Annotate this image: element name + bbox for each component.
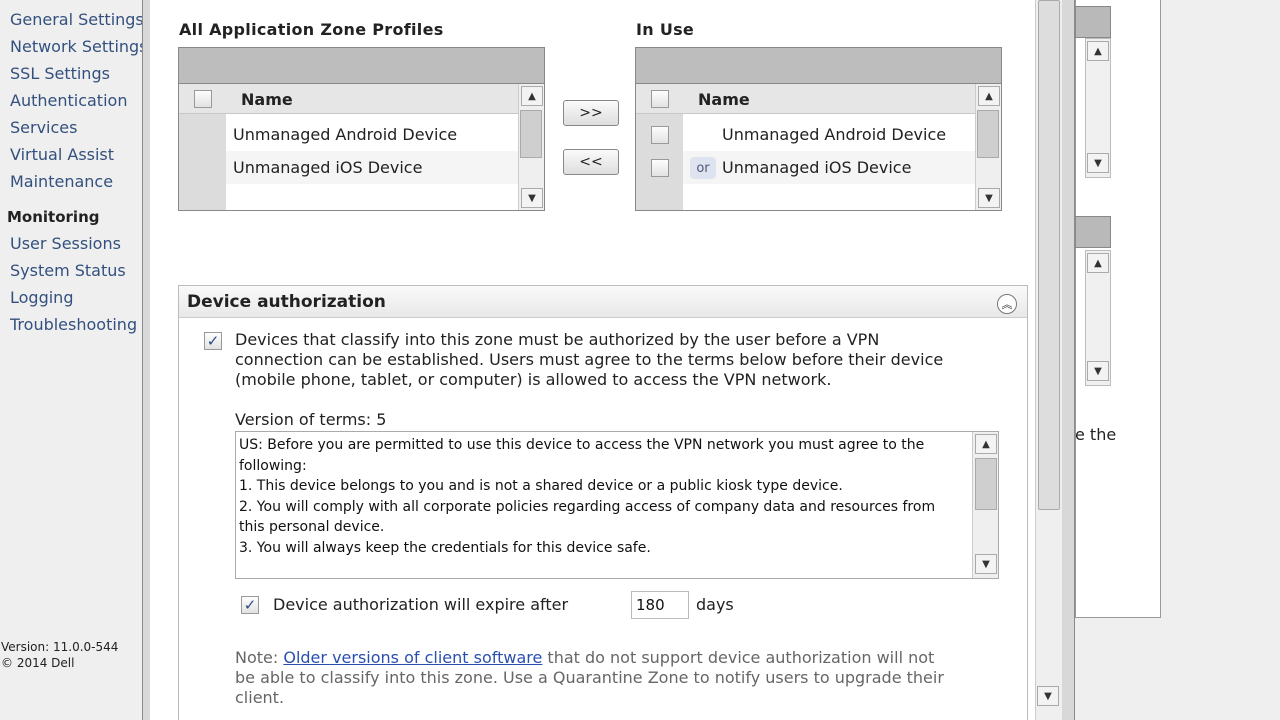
sidebar-item-troubleshooting[interactable]: Troubleshooting xyxy=(10,315,137,334)
background-list-header xyxy=(1075,6,1111,38)
scroll-down-icon[interactable]: ▼ xyxy=(1087,153,1109,173)
note-line2: be able to classify into this zone. Use … xyxy=(235,668,944,687)
list-header: Name xyxy=(179,84,544,114)
in-use-label: In Use xyxy=(636,20,695,39)
expire-authorization-label: Device authorization will expire after xyxy=(273,595,569,614)
name-column-header[interactable]: Name xyxy=(698,90,750,109)
terms-textarea[interactable]: US: Before you are permitted to use this… xyxy=(235,431,999,579)
expire-authorization-checkbox[interactable]: ✓ xyxy=(241,596,259,614)
row-checkbox-android[interactable] xyxy=(651,126,669,144)
row-checkbox-ios[interactable] xyxy=(651,159,669,177)
scroll-up-icon[interactable]: ▲ xyxy=(521,86,543,106)
require-authorization-label-line2: connection can be established. Users mus… xyxy=(235,350,944,369)
in-use-list: Name Unmanaged Android Device Unmanaged … xyxy=(635,47,1002,211)
scroll-up-icon[interactable]: ▲ xyxy=(1087,253,1109,273)
background-text-fragment: e the xyxy=(1075,425,1117,444)
sidebar-item-logging[interactable]: Logging xyxy=(10,288,73,307)
list-item-android[interactable]: Unmanaged Android Device xyxy=(226,118,520,151)
scroll-down-icon[interactable]: ▼ xyxy=(521,188,543,208)
require-authorization-label-line3: (mobile phone, tablet, or computer) is a… xyxy=(235,370,832,389)
scroll-down-icon[interactable]: ▼ xyxy=(1087,361,1109,381)
sidebar-item-system-status[interactable]: System Status xyxy=(10,261,126,280)
terms-text[interactable]: US: Before you are permitted to use this… xyxy=(239,435,964,558)
background-scrollbar[interactable]: ▲ ▼ xyxy=(1085,250,1111,386)
scroll-thumb[interactable] xyxy=(520,110,542,158)
panel-header: Device authorization ︽ xyxy=(179,286,1027,318)
sidebar-nav: General Settings Network Settings SSL Se… xyxy=(0,0,142,720)
older-client-software-link[interactable]: Older versions of client software xyxy=(283,648,542,667)
scroll-thumb[interactable] xyxy=(975,458,997,510)
collapse-chevron-icon[interactable]: ︽ xyxy=(997,294,1017,314)
sidebar-item-user-sessions[interactable]: User Sessions xyxy=(10,234,121,253)
list-header: Name xyxy=(636,84,1001,114)
all-profiles-list: Name Unmanaged Android Device Unmanaged … xyxy=(178,47,545,211)
sidebar-item-services[interactable]: Services xyxy=(10,118,77,137)
panel-title: Device authorization xyxy=(187,292,386,312)
scroll-thumb[interactable] xyxy=(977,110,999,158)
require-authorization-checkbox[interactable]: ✓ xyxy=(204,332,222,350)
list-item-ios[interactable]: Unmanaged iOS Device xyxy=(683,151,977,184)
scroll-down-icon[interactable]: ▼ xyxy=(975,554,997,574)
list-item-ios[interactable]: Unmanaged iOS Device xyxy=(226,151,520,184)
select-all-checkbox[interactable] xyxy=(651,90,669,108)
version-text: Version: 11.0.0-544 xyxy=(1,640,119,654)
scroll-down-icon[interactable]: ▼ xyxy=(1037,686,1059,706)
note-line1-rest: that do not support device authorization… xyxy=(542,648,935,667)
name-column-header[interactable]: Name xyxy=(241,90,293,109)
scroll-up-icon[interactable]: ▲ xyxy=(978,86,1000,106)
add-to-in-use-button[interactable]: >> xyxy=(563,100,619,126)
sidebar-item-network-settings[interactable]: Network Settings xyxy=(10,37,142,56)
sidebar-item-ssl-settings[interactable]: SSL Settings xyxy=(10,64,110,83)
expire-days-input[interactable] xyxy=(631,591,689,619)
note-prefix: Note: xyxy=(235,648,284,667)
sidebar-heading-monitoring: Monitoring xyxy=(7,208,100,226)
list-toolbar xyxy=(636,48,1001,84)
require-authorization-label-line1: Devices that classify into this zone mus… xyxy=(235,330,880,349)
sidebar-item-virtual-assist[interactable]: Virtual Assist xyxy=(10,145,114,164)
dialog-scroll-thumb[interactable] xyxy=(1038,0,1060,510)
select-all-checkbox[interactable] xyxy=(194,90,212,108)
list-empty-row xyxy=(683,184,977,210)
note-line3: client. xyxy=(235,688,285,707)
copyright-text: © 2014 Dell xyxy=(1,656,75,670)
scroll-up-icon[interactable]: ▲ xyxy=(975,434,997,454)
note-line1: Note: Older versions of client software … xyxy=(235,648,1015,668)
sidebar-item-general-settings[interactable]: General Settings xyxy=(10,10,142,29)
sidebar-item-maintenance[interactable]: Maintenance xyxy=(10,172,113,191)
sidebar-item-authentication[interactable]: Authentication xyxy=(10,91,127,110)
list-toolbar xyxy=(179,48,544,84)
list-item-android[interactable]: Unmanaged Android Device xyxy=(683,118,977,151)
list-empty-row xyxy=(226,184,520,210)
remove-from-in-use-button[interactable]: << xyxy=(563,149,619,175)
scroll-up-icon[interactable]: ▲ xyxy=(1087,41,1109,61)
list-gutter xyxy=(179,114,226,210)
or-operator-badge[interactable]: or xyxy=(690,157,716,179)
background-list-header xyxy=(1075,216,1111,248)
terms-scrollbar[interactable]: ▲ ▼ xyxy=(972,432,998,578)
days-unit-label: days xyxy=(696,595,734,614)
scroll-down-icon[interactable]: ▼ xyxy=(978,188,1000,208)
background-scrollbar[interactable]: ▲ ▼ xyxy=(1085,38,1111,178)
terms-version-label: Version of terms: 5 xyxy=(235,410,387,429)
all-profiles-label: All Application Zone Profiles xyxy=(179,20,444,39)
